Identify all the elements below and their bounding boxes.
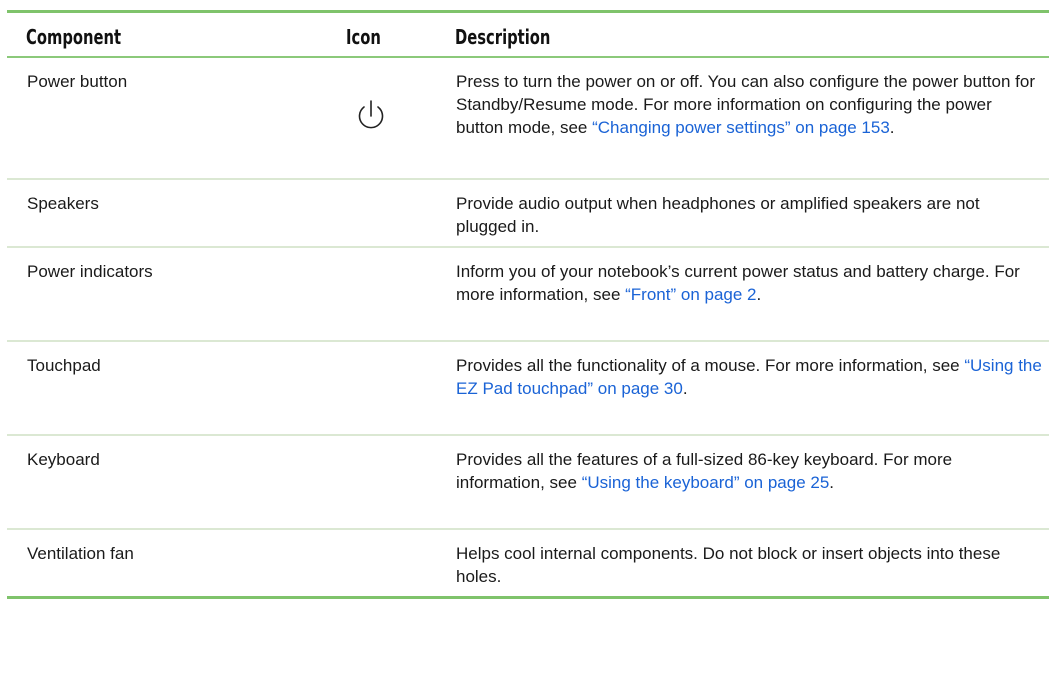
component-name: Touchpad — [27, 356, 101, 375]
table-bottom-rule — [7, 596, 1049, 599]
power-icon — [353, 98, 389, 134]
table-header: Component Icon Description — [7, 13, 1049, 58]
component-name: Speakers — [27, 194, 99, 213]
table-row: Power button Press to turn the power on … — [7, 58, 1049, 180]
description-end: . — [829, 473, 835, 492]
table-row: Ventilation fan Helps cool internal comp… — [7, 530, 1049, 596]
component-description: Provides all the functionality of a mous… — [456, 354, 1042, 400]
component-description: Press to turn the power on or off. You c… — [456, 70, 1042, 139]
description-text: Helps cool internal components. Do not b… — [456, 544, 1001, 586]
cross-reference-link[interactable]: “Front” on page 2 — [625, 285, 756, 304]
component-description: Provides all the features of a full-size… — [456, 448, 1042, 494]
header-icon: Icon — [346, 25, 381, 49]
table-row: Keyboard Provides all the features of a … — [7, 436, 1049, 530]
description-text: Provides all the functionality of a mous… — [456, 356, 965, 375]
cross-reference-link[interactable]: “Using the keyboard” on page 25 — [582, 473, 830, 492]
cross-reference-link[interactable]: “Changing power settings” on page 153 — [592, 118, 890, 137]
description-end: . — [682, 379, 688, 398]
table-row: Power indicators Inform you of your note… — [7, 248, 1049, 342]
component-description: Provide audio output when headphones or … — [456, 192, 1042, 238]
component-name: Ventilation fan — [27, 544, 134, 563]
description-end: . — [889, 118, 895, 137]
component-name: Power indicators — [27, 262, 153, 281]
description-end: . — [756, 285, 762, 304]
component-name: Power button — [27, 72, 128, 91]
description-text: Provide audio output when headphones or … — [456, 194, 980, 236]
table-row: Touchpad Provides all the functionality … — [7, 342, 1049, 436]
header-component: Component — [26, 25, 122, 49]
component-name: Keyboard — [27, 450, 100, 469]
header-description: Description — [455, 25, 551, 49]
component-table: Component Icon Description Power button … — [7, 10, 1049, 599]
table-row: Speakers Provide audio output when headp… — [7, 180, 1049, 248]
component-description: Helps cool internal components. Do not b… — [456, 542, 1042, 588]
component-description: Inform you of your notebook’s current po… — [456, 260, 1042, 306]
